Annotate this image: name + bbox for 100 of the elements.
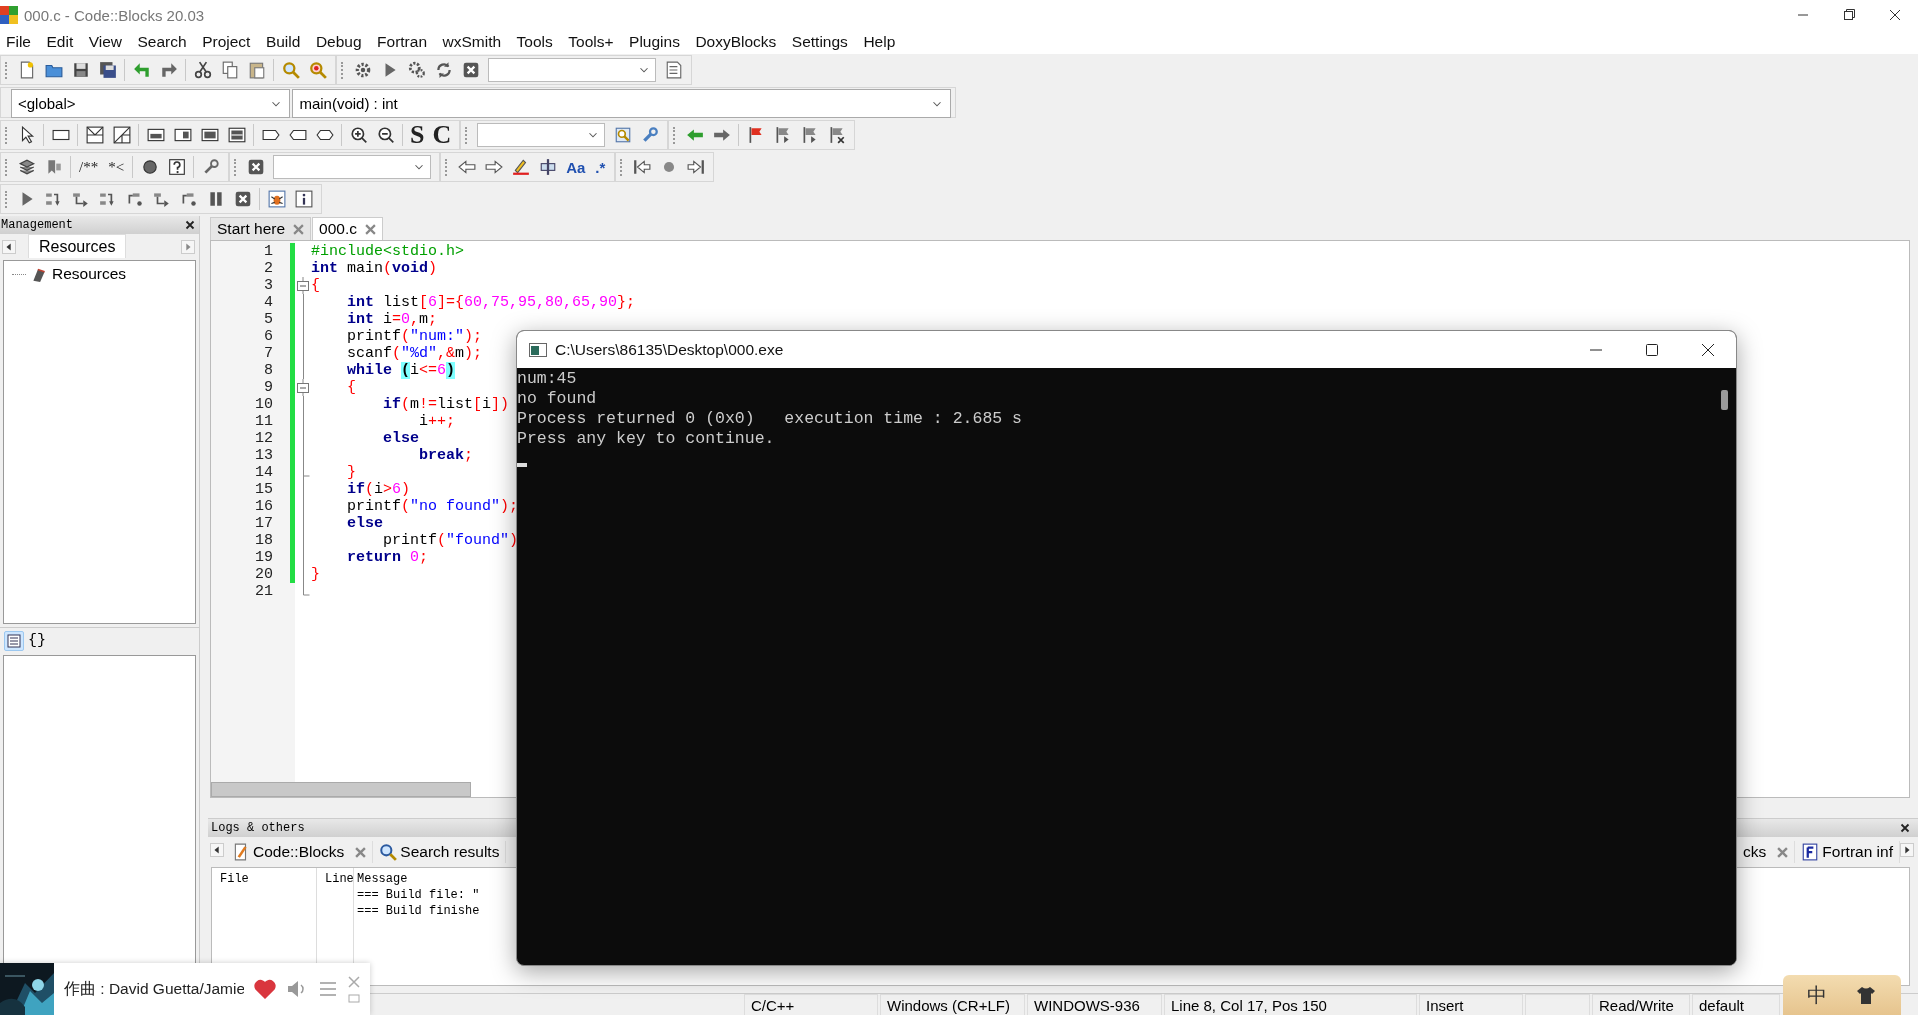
menu-item[interactable]: Search [131,33,197,51]
menu-item[interactable]: Plugins [623,33,690,51]
line-number: 21 [254,583,273,600]
editor-tab[interactable]: 000.c [312,217,383,240]
menu-item[interactable]: Fortran [371,33,437,51]
block-icon[interactable] [112,126,131,144]
console-line: num:45 [517,369,577,389]
toolbar-button[interactable]: /** [74,158,104,176]
song-credit: 作曲 : David Guetta/Jamie [64,978,244,999]
debug-window-icon[interactable] [267,190,286,208]
tool-icon[interactable] [538,158,557,176]
toolbar-button[interactable]: *< [103,158,130,176]
paste-icon[interactable] [247,61,266,79]
menu-item[interactable]: wxSmith [436,33,511,51]
text-cursor [517,463,527,467]
step-icon[interactable] [98,190,117,208]
menu-item[interactable]: Tools [510,33,563,51]
zoom-out-icon[interactable] [376,126,395,144]
line-number: 12 [254,430,273,447]
menu-item[interactable]: Settings [785,33,858,51]
log-tab[interactable]: Search results [373,841,507,863]
gears-icon[interactable] [407,61,426,79]
jump-forward-icon[interactable] [686,158,705,176]
jump-back-icon[interactable] [632,158,651,176]
menu-item[interactable]: Tools+ [562,33,624,51]
fold-marker[interactable] [297,379,309,396]
search-icon[interactable] [613,126,632,144]
vertical-scrollbar[interactable] [1714,368,1736,965]
replace-icon[interactable] [308,61,327,79]
redo-icon[interactable] [159,61,178,79]
editor-tab[interactable]: Start here [210,217,312,240]
line-number: 15 [254,481,273,498]
step-icon[interactable] [152,190,171,208]
fold-marker[interactable] [297,277,309,294]
menu-item[interactable]: Debug [309,33,372,51]
toolbar-button[interactable]: Aa [561,158,591,176]
wrench-icon[interactable] [640,126,659,144]
record-icon[interactable] [140,158,159,176]
input-mode-indicator[interactable]: 中 [1807,981,1827,1009]
column-header[interactable]: Message [354,868,408,888]
document-list-icon[interactable] [664,61,683,79]
bar-icon[interactable] [227,126,246,144]
bar-icon[interactable] [173,126,192,144]
dropdown-field[interactable] [477,123,606,147]
step-icon[interactable] [44,190,63,208]
undo-icon[interactable] [132,61,151,79]
zoom-in-icon[interactable] [349,126,368,144]
layers-icon[interactable] [17,158,36,176]
symbols-tab[interactable]: {} [28,632,46,649]
save-icon[interactable] [71,61,90,79]
scroll-left-icon[interactable] [2,240,16,254]
back-arrow-icon[interactable] [457,158,476,176]
column-header[interactable]: Line [317,868,354,888]
menu-item[interactable]: File [0,33,41,51]
line-number: 11 [254,413,273,430]
menu-item[interactable]: Help [857,33,905,51]
dropdown-field[interactable] [273,155,432,179]
toolbar-button[interactable]: C [428,122,456,148]
forward-arrow-icon[interactable] [484,158,503,176]
menu-item[interactable]: DoxyBlocks [689,33,786,51]
panel-tab[interactable]: Resources [28,234,127,258]
scroll-left-icon[interactable] [210,843,224,857]
menu-item[interactable]: Edit [40,33,83,51]
toolbar-button[interactable]: S [406,122,429,148]
menu-item[interactable]: View [82,33,132,51]
info-icon[interactable] [294,190,313,208]
menu-item[interactable]: Project [196,33,260,51]
app-logo [0,6,18,24]
menu-item[interactable]: Build [259,33,310,51]
step-icon[interactable] [71,190,90,208]
log-tab[interactable]: Fortran inf [1795,841,1900,863]
gear-icon[interactable] [353,61,372,79]
stop-icon[interactable] [461,61,480,79]
bar-icon[interactable] [146,126,165,144]
clear-icon[interactable] [246,158,265,176]
dropdown-field[interactable] [488,58,656,82]
heart-icon[interactable] [254,979,276,999]
list-view-tab[interactable] [4,630,24,651]
save-all-icon[interactable] [98,61,117,79]
bar-icon[interactable] [200,126,219,144]
highlighter-icon[interactable] [511,158,530,176]
log-tab[interactable]: Code::Blocks [226,841,374,863]
scope-dropdown[interactable]: <global> [11,89,291,118]
search-icon[interactable] [281,61,300,79]
tree-item[interactable]: Resources [52,265,127,283]
scissors-icon[interactable] [193,61,212,79]
block-icon[interactable] [85,126,104,144]
rebuild-icon[interactable] [434,61,453,79]
function-dropdown[interactable]: main(void) : int [292,89,951,118]
copy-icon[interactable] [220,61,239,79]
column-header[interactable]: File [212,868,317,888]
close-icon[interactable] [185,220,195,230]
stop-icon[interactable] [233,190,252,208]
line-number: 3 [263,277,273,294]
help-icon[interactable] [167,158,186,176]
close-icon[interactable] [1900,823,1910,833]
shirt-icon[interactable] [1855,985,1877,1005]
horizontal-scrollbar[interactable] [211,782,471,797]
scroll-right-icon[interactable] [1900,843,1914,857]
toolbar-button[interactable]: .* [590,158,611,176]
